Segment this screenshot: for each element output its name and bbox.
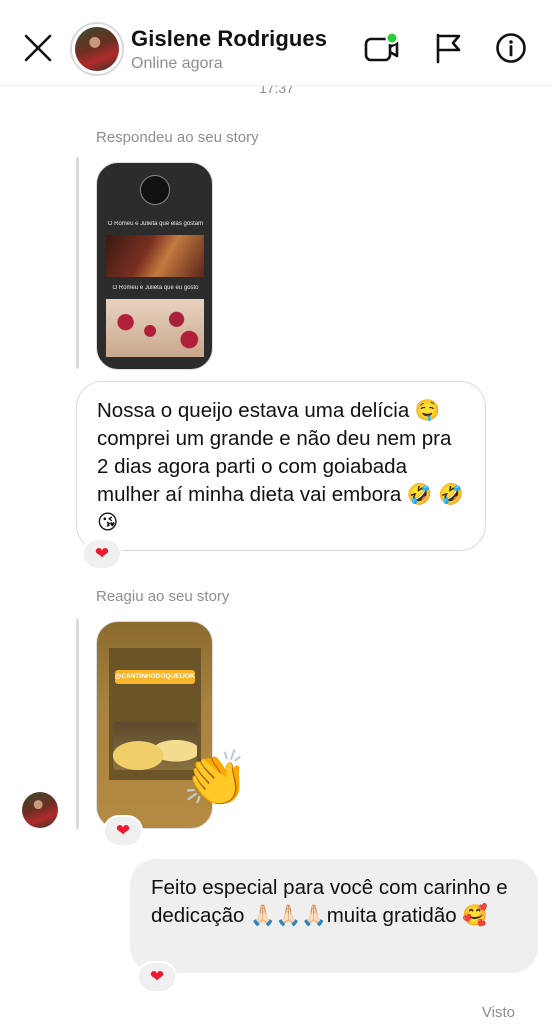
story-thumbnail[interactable]: O Romeu e Julieta que elas gostam O Rome… [96, 162, 213, 370]
seen-status: Visto [481, 1004, 515, 1021]
outgoing-message-bubble[interactable]: Feito especial para você com carinho e d… [130, 859, 538, 973]
story-caption: O Romeu e Julieta que eu gosto [112, 285, 199, 291]
info-button[interactable] [493, 30, 529, 66]
video-call-button[interactable] [362, 30, 402, 66]
contact-avatar-image [75, 27, 119, 71]
clapping-hands-icon: 👏 [182, 749, 250, 809]
story-logo [140, 175, 170, 205]
heart-icon: ❤ [115, 821, 131, 840]
story-photo [106, 235, 204, 277]
story-reaction-label: Reagiu ao seu story [96, 588, 230, 605]
online-dot [385, 31, 399, 45]
flag-icon [436, 33, 461, 64]
contact-name[interactable]: Gislene Rodrigues [131, 26, 327, 52]
contact-avatar[interactable] [70, 22, 124, 76]
sender-avatar[interactable] [22, 792, 58, 828]
heart-icon: ❤ [94, 544, 110, 563]
video-call-icon [364, 31, 399, 62]
message-text: Nossa o queijo estava uma delícia 🤤 comp… [97, 399, 464, 534]
story-handle-sticker: @CANTINHODOQUEIJOKE [115, 670, 195, 684]
heart-icon: ❤ [149, 967, 165, 986]
info-icon [496, 33, 526, 63]
chat-header: Gislene Rodrigues Online agora [0, 0, 553, 86]
story-photo [106, 299, 204, 357]
story-reaction-bar [76, 619, 79, 829]
story-reply-label: Respondeu ao seu story [96, 129, 259, 146]
story-caption: O Romeu e Julieta que elas gostam [107, 221, 204, 227]
message-reaction[interactable]: ❤ [103, 815, 143, 847]
report-button[interactable] [430, 30, 466, 66]
close-icon [24, 34, 52, 62]
close-button[interactable] [20, 30, 56, 66]
message-text: Feito especial para você com carinho e d… [151, 876, 508, 927]
story-reply-bar [76, 157, 79, 369]
message-reaction[interactable]: ❤ [137, 961, 177, 993]
message-reaction[interactable]: ❤ [82, 538, 122, 570]
contact-status: Online agora [131, 55, 223, 72]
incoming-message-bubble[interactable]: Nossa o queijo estava uma delícia 🤤 comp… [76, 381, 486, 551]
story-header-strip [105, 630, 205, 644]
